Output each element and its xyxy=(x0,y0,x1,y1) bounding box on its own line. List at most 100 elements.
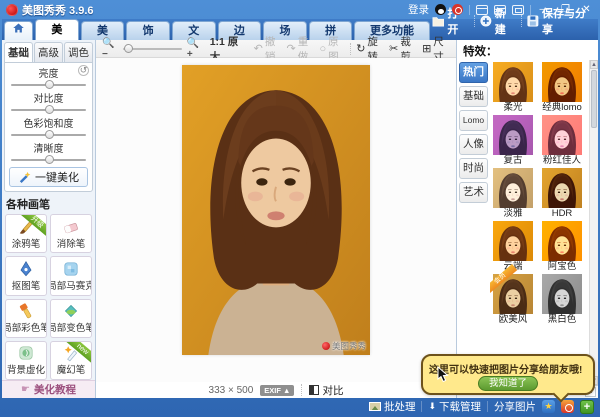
qq-icon[interactable] xyxy=(435,4,446,15)
category-hot[interactable]: 热门 xyxy=(459,62,488,83)
undo-icon: ↶ xyxy=(254,42,263,55)
brush-mosaic[interactable]: 局部马赛克 xyxy=(50,256,92,295)
brightness-slider[interactable] xyxy=(11,80,86,89)
effect-vintage[interactable]: 复古 xyxy=(493,115,533,167)
home-icon xyxy=(12,22,25,34)
plus-circle-icon xyxy=(480,15,492,27)
photo[interactable]: 美图秀秀 xyxy=(182,65,370,355)
effects-panel: 特效： 热门 基础 Lomo 人像 时尚 艺术 柔光 xyxy=(456,40,598,398)
sharpness-label: 清晰度 xyxy=(9,140,88,155)
one-key-beautify-button[interactable]: 一键美化 xyxy=(9,167,88,187)
download-manager-button[interactable]: ⬇ 下载管理 xyxy=(428,399,481,414)
feedback-icon[interactable] xyxy=(494,5,506,15)
save-share-button[interactable]: 保存与分享 xyxy=(527,5,596,37)
hand-icon: ☛ xyxy=(21,384,30,395)
effects-list: 柔光 经典lomo 复古 粉红佳人 xyxy=(490,60,598,385)
effect-classic-lomo[interactable]: 经典lomo xyxy=(542,62,582,114)
slider-group: ↺ 亮度 对比度 色彩饱和度 清晰度 xyxy=(4,62,93,192)
brushes-section-title: 各种画笔 xyxy=(2,192,95,214)
sharpness-slider[interactable] xyxy=(11,155,86,164)
tab-beautify[interactable]: 美化 xyxy=(35,19,79,40)
saturation-label: 色彩饱和度 xyxy=(9,115,88,130)
exif-button[interactable]: EXIF ▲ xyxy=(260,385,294,396)
divider xyxy=(421,401,422,412)
weibo-icon[interactable] xyxy=(452,4,463,15)
slider-knob[interactable] xyxy=(45,105,54,114)
effect-elegant[interactable]: 淡雅 xyxy=(493,168,533,220)
slider-knob[interactable] xyxy=(45,155,54,164)
tab-home[interactable] xyxy=(4,21,33,40)
divider xyxy=(521,15,522,27)
effect-thumbnail xyxy=(542,274,582,314)
effect-soft-light[interactable]: 柔光 xyxy=(493,62,533,114)
crop-icon: ✂ xyxy=(389,42,398,55)
tab-basic[interactable]: 基础 xyxy=(4,42,33,62)
contrast-label: 对比度 xyxy=(9,90,88,105)
effects-title: 特效： xyxy=(457,40,598,60)
app-title: 美图秀秀 3.9.6 xyxy=(22,2,94,18)
zoom-out-icon[interactable]: 🔍− xyxy=(102,38,118,60)
compare-button[interactable]: 对比 xyxy=(309,383,343,398)
brush-eraser[interactable]: 消除笔 xyxy=(50,214,92,253)
divider xyxy=(301,384,302,396)
mosaic-icon xyxy=(62,260,80,278)
category-lomo[interactable]: Lomo xyxy=(459,110,488,131)
category-art[interactable]: 艺术 xyxy=(459,182,488,203)
compare-icon xyxy=(309,385,319,395)
effect-western-style[interactable]: 会员 欧美风 xyxy=(493,274,533,326)
effect-categories: 热门 基础 Lomo 人像 时尚 艺术 xyxy=(457,60,490,385)
mouse-cursor xyxy=(437,366,450,383)
scrollbar-thumb[interactable] xyxy=(591,70,597,128)
effect-abao-color[interactable]: 阿宝色 xyxy=(542,221,582,273)
skin-icon[interactable] xyxy=(476,5,488,15)
effect-thumbnail xyxy=(542,115,582,155)
exif-arrow-icon: ▲ xyxy=(283,386,290,395)
brush-background-blur[interactable]: 背景虚化 xyxy=(5,341,47,380)
brush-local-color-pen[interactable]: 局部彩色笔 xyxy=(5,299,47,338)
brightness-label: 亮度 xyxy=(9,65,88,80)
color-brush-icon xyxy=(17,302,35,320)
slider-knob[interactable] xyxy=(45,130,54,139)
eraser-icon xyxy=(62,218,80,236)
window-mode-icon[interactable] xyxy=(512,5,524,15)
weibo-share-icon[interactable] xyxy=(561,400,574,413)
batch-process-button[interactable]: 批处理 xyxy=(369,399,416,414)
brush-magic-pen[interactable]: new 魔幻笔 xyxy=(50,341,92,380)
divider xyxy=(487,401,488,412)
effect-pink-lady[interactable]: 粉红佳人 xyxy=(542,115,582,167)
photo-canvas: 美图秀秀 xyxy=(96,58,456,382)
effects-scrollbar[interactable]: ▲ ▼ xyxy=(589,60,598,385)
login-link[interactable]: 登录 xyxy=(408,2,429,17)
share-image-button[interactable]: 分享图片 xyxy=(494,399,536,414)
scroll-up-icon[interactable]: ▲ xyxy=(590,60,598,69)
zoom-slider[interactable] xyxy=(123,44,182,53)
watermark-logo-icon xyxy=(322,342,330,350)
category-basic[interactable]: 基础 xyxy=(459,86,488,107)
brush-recolor-pen[interactable]: 局部变色笔 xyxy=(50,299,92,338)
slider-knob[interactable] xyxy=(45,80,54,89)
reset-icon[interactable]: ↺ xyxy=(78,65,89,76)
status-bar: 批处理 ⬇ 下载管理 分享图片 ★ + xyxy=(2,398,598,415)
brush-doodle-pen[interactable]: 升级 涂鸦笔 xyxy=(5,214,47,253)
contrast-slider[interactable] xyxy=(11,105,86,114)
zoom-in-icon[interactable]: 🔍+ xyxy=(187,38,203,60)
tab-accessories[interactable]: 饰品 xyxy=(126,21,170,40)
qzone-icon[interactable]: ★ xyxy=(542,400,555,413)
zoom-knob[interactable] xyxy=(124,44,133,53)
brush-cutout-pen[interactable]: 抠图笔 xyxy=(5,256,47,295)
tab-advanced[interactable]: 高级 xyxy=(34,42,63,62)
brush-grid: 升级 涂鸦笔 消除笔 抠图笔 局部马赛克 局部 xyxy=(2,214,95,380)
effect-thumbnail xyxy=(493,168,533,208)
tab-tone[interactable]: 调色 xyxy=(64,42,93,62)
effect-black-white[interactable]: 黑白色 xyxy=(542,274,582,326)
original-icon: ○ xyxy=(319,43,326,55)
got-it-button[interactable]: 我知道了 xyxy=(478,376,538,391)
wand-icon xyxy=(18,171,32,183)
add-share-target-button[interactable]: + xyxy=(580,400,594,414)
beautify-tutorial-link[interactable]: ☛ 美化教程 xyxy=(2,380,95,398)
effect-hdr[interactable]: HDR xyxy=(542,168,582,220)
divider xyxy=(350,43,351,55)
category-portrait[interactable]: 人像 xyxy=(459,134,488,155)
saturation-slider[interactable] xyxy=(11,130,86,139)
category-fashion[interactable]: 时尚 xyxy=(459,158,488,179)
